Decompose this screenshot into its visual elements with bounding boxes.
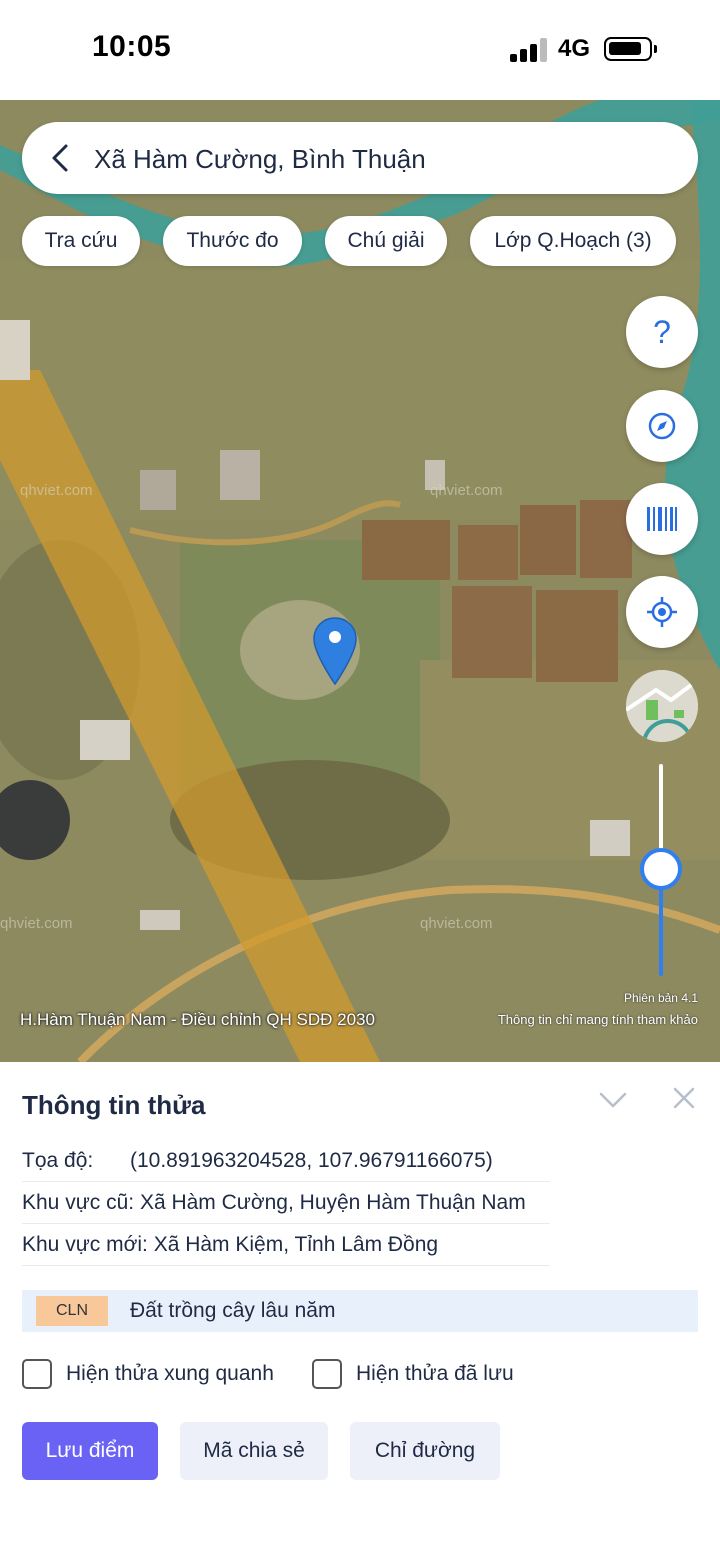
landuse-code-badge: CLN bbox=[36, 1296, 108, 1326]
watermark: qhviet.com bbox=[0, 915, 73, 932]
network-type: 4G bbox=[558, 35, 591, 62]
disclaimer-text: Thông tin chỉ mang tính tham khảo bbox=[497, 1012, 698, 1027]
chip-planning-layers[interactable]: Lớp Q.Hoạch (3) bbox=[470, 216, 676, 266]
zoom-slider-handle[interactable] bbox=[640, 848, 682, 890]
search-location-text[interactable]: Xã Hàm Cường, Bình Thuận bbox=[94, 144, 426, 175]
watermark: qhviet.com bbox=[420, 915, 493, 932]
coordinate-row: Tọa độ: (10.891963204528, 107.9679116607… bbox=[22, 1140, 550, 1182]
show-nearby-checkbox[interactable] bbox=[22, 1359, 52, 1389]
chip-ruler[interactable]: Thước đo bbox=[163, 216, 302, 266]
landuse-row[interactable]: CLN Đất trồng cây lâu năm bbox=[22, 1290, 698, 1332]
sheet-title: Thông tin thửa bbox=[22, 1090, 206, 1120]
show-saved-label: Hiện thửa đã lưu bbox=[356, 1362, 514, 1385]
parcel-info-sheet: Thông tin thửa Tọa độ: (10.891963204528,… bbox=[0, 1062, 720, 1560]
zoom-slider-fill[interactable] bbox=[659, 876, 663, 976]
status-bar: 10:05 4G bbox=[0, 0, 720, 100]
coordinate-label: Tọa độ: bbox=[22, 1149, 94, 1172]
planning-map-name: H.Hàm Thuận Nam - Điều chỉnh QH SDĐ 2030 bbox=[20, 1010, 375, 1029]
locate-button[interactable] bbox=[626, 576, 698, 648]
old-area-row: Khu vực cũ: Xã Hàm Cường, Huyện Hàm Thuậ… bbox=[22, 1182, 550, 1224]
share-code-button[interactable]: Mã chia sẻ bbox=[180, 1422, 328, 1480]
close-icon[interactable] bbox=[672, 1086, 696, 1110]
coordinate-value: (10.891963204528, 107.96791166075) bbox=[130, 1149, 493, 1172]
save-point-button[interactable]: Lưu điểm bbox=[22, 1422, 158, 1480]
chevron-down-icon[interactable] bbox=[598, 1090, 628, 1110]
search-bar[interactable]: Xã Hàm Cường, Bình Thuận bbox=[22, 122, 698, 194]
basemap-switch-button[interactable] bbox=[626, 670, 698, 742]
chip-legend[interactable]: Chú giải bbox=[325, 216, 447, 266]
back-arrow-icon[interactable] bbox=[46, 142, 76, 174]
basemap-thumbnail-icon bbox=[626, 670, 698, 742]
version-label: Phiên bản 4.1 bbox=[623, 991, 698, 1005]
show-nearby-toggle[interactable]: Hiện thửa xung quanh bbox=[22, 1358, 274, 1390]
landuse-name: Đất trồng cây lâu năm bbox=[130, 1299, 336, 1322]
battery-icon bbox=[604, 37, 657, 61]
compass-button[interactable] bbox=[626, 390, 698, 462]
watermark: qhviet.com bbox=[20, 482, 93, 499]
crosshair-icon bbox=[647, 597, 677, 627]
barcode-icon bbox=[647, 507, 677, 531]
help-button[interactable]: ? bbox=[626, 296, 698, 368]
show-saved-checkbox[interactable] bbox=[312, 1359, 342, 1389]
status-time: 10:05 bbox=[92, 30, 172, 63]
location-pin-icon[interactable] bbox=[312, 616, 358, 686]
help-icon: ? bbox=[653, 313, 671, 350]
chip-lookup[interactable]: Tra cứu bbox=[22, 216, 140, 266]
directions-button[interactable]: Chỉ đường bbox=[350, 1422, 500, 1480]
map-view[interactable]: qhviet.com qhviet.com qhviet.com qhviet.… bbox=[0, 100, 720, 1062]
signal-icon bbox=[510, 38, 548, 62]
new-area-row: Khu vực mới: Xã Hàm Kiệm, Tỉnh Lâm Đồng bbox=[22, 1224, 550, 1266]
show-nearby-label: Hiện thửa xung quanh bbox=[66, 1362, 274, 1385]
barcode-button[interactable] bbox=[626, 483, 698, 555]
watermark: qhviet.com bbox=[430, 482, 503, 499]
show-saved-toggle[interactable]: Hiện thửa đã lưu bbox=[312, 1358, 514, 1390]
compass-icon bbox=[648, 412, 676, 440]
